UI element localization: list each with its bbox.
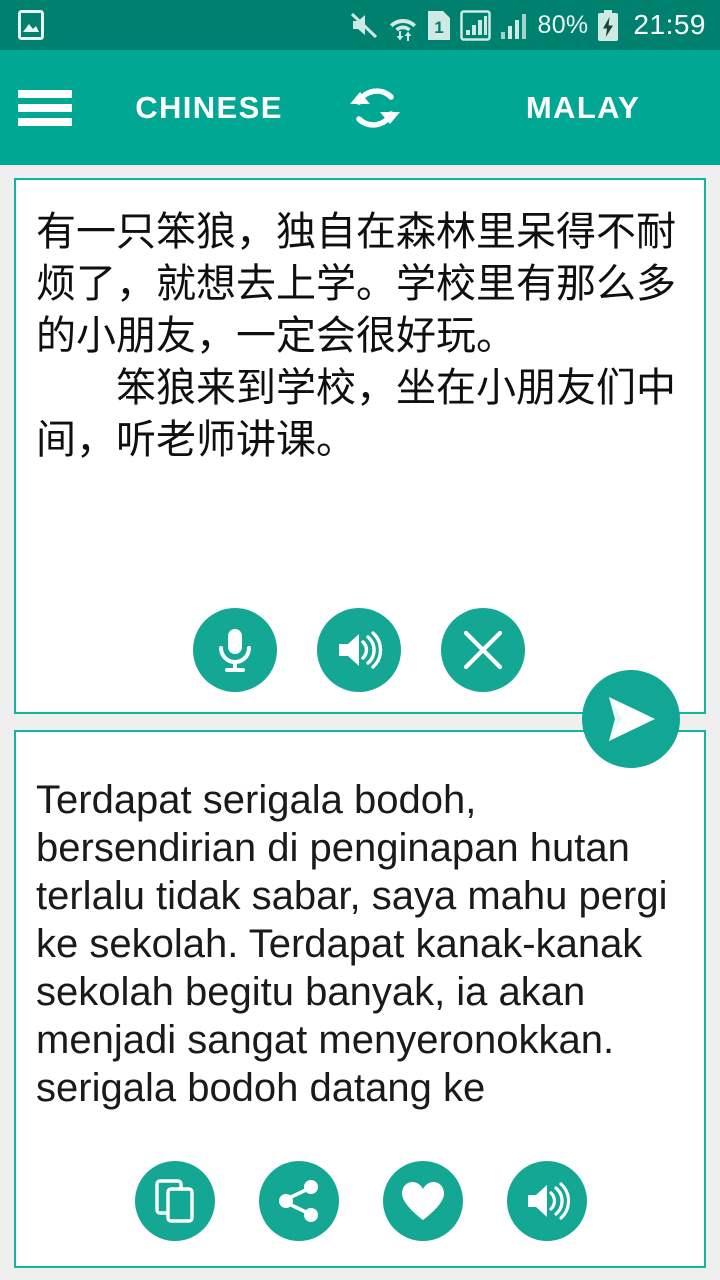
translate-send-button[interactable] — [582, 670, 680, 768]
share-button[interactable] — [259, 1161, 339, 1241]
speak-source-button[interactable] — [317, 608, 401, 692]
copy-icon — [154, 1178, 196, 1224]
favorite-button[interactable] — [383, 1161, 463, 1241]
share-icon — [277, 1179, 321, 1223]
sim-card-icon: 1 — [427, 10, 451, 41]
mute-icon — [349, 10, 379, 40]
hamburger-line-2 — [18, 103, 72, 112]
microphone-button[interactable] — [193, 608, 277, 692]
clock-label: 21:59 — [633, 9, 706, 40]
status-bar-left-icons — [18, 10, 44, 40]
send-icon — [600, 691, 662, 747]
copy-button[interactable] — [135, 1161, 215, 1241]
source-language-selector[interactable]: CHINESE — [94, 90, 324, 126]
battery-percent-label: 80% — [537, 10, 589, 39]
swap-icon — [339, 72, 411, 144]
hamburger-line-1 — [18, 89, 72, 98]
microphone-icon — [214, 626, 256, 674]
clear-text-button[interactable] — [441, 608, 525, 692]
speaker-icon — [335, 628, 383, 672]
photo-icon — [18, 10, 44, 40]
swap-languages-button[interactable] — [336, 69, 414, 147]
translator-app-screen: 1 80% 21:59 CHINESE MALAY 有一只笨狼，独自在森林里呆得… — [0, 0, 720, 1280]
source-action-row — [193, 608, 525, 692]
status-bar: 1 80% 21:59 — [0, 0, 720, 50]
wifi-icon — [388, 9, 418, 41]
signal-strength-icon-2 — [500, 10, 528, 41]
target-action-row — [135, 1161, 587, 1241]
target-language-selector[interactable]: MALAY — [468, 90, 698, 126]
speak-target-button[interactable] — [507, 1161, 587, 1241]
svg-text:1: 1 — [435, 18, 444, 37]
source-text-input[interactable]: 有一只笨狼，独自在森林里呆得不耐烦了，就想去上学。学校里有那么多的小朋友，一定会… — [16, 180, 704, 466]
status-bar-right-icons: 1 80% 21:59 — [349, 9, 706, 41]
app-bar: CHINESE MALAY — [0, 50, 720, 165]
translated-text: Terdapat serigala bodoh, bersendirian di… — [36, 778, 668, 1110]
heart-icon — [400, 1180, 446, 1222]
close-icon — [461, 628, 505, 672]
hamburger-line-3 — [18, 117, 72, 126]
menu-button[interactable] — [18, 89, 72, 126]
battery-charging-icon — [597, 9, 619, 41]
signal-strength-icon-1 — [460, 9, 492, 41]
speaker-icon — [524, 1180, 570, 1222]
